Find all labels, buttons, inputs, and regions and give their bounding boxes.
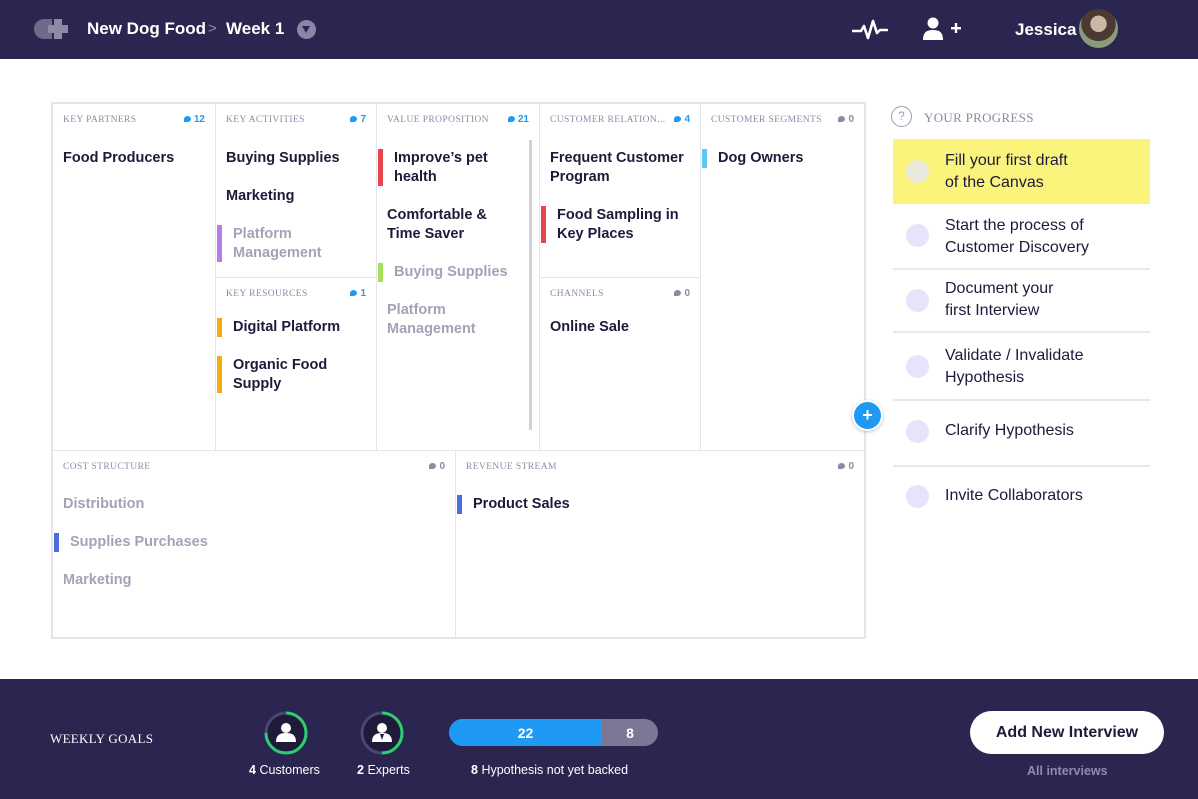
canvas-item[interactable]: Supplies Purchases	[70, 533, 208, 552]
comment-count[interactable]: 4	[674, 114, 690, 125]
canvas-item[interactable]: Digital Platform	[233, 318, 340, 337]
canvas-item[interactable]: Marketing	[63, 571, 132, 590]
hypothesis-progress-bar[interactable]: 22 8	[449, 719, 658, 746]
tag-bar	[541, 206, 546, 243]
block-key-resources[interactable]: KEY RESOURCES 1 Digital Platform Organic…	[216, 278, 377, 451]
step-label: Document your first Interview	[945, 280, 1054, 319]
chevron-down-icon[interactable]	[297, 20, 316, 39]
progress-step[interactable]: Clarify Hypothesis	[893, 401, 1150, 467]
step-label: Fill your first draft of the Canvas	[945, 152, 1068, 191]
step-status-icon	[906, 355, 929, 378]
step-status-icon	[906, 224, 929, 247]
experts-goal-ring[interactable]	[359, 710, 405, 756]
tag-bar	[217, 356, 222, 393]
block-channels[interactable]: CHANNELS 0 Online Sale	[540, 278, 701, 451]
step-label: Clarify Hypothesis	[945, 422, 1074, 439]
block-key-activities[interactable]: KEY ACTIVITIES 7 Buying Supplies Marketi…	[216, 104, 377, 278]
progress-step[interactable]: Start the process of Customer Discovery	[893, 204, 1150, 270]
canvas-item[interactable]: Online Sale	[550, 318, 629, 337]
add-new-interview-button[interactable]: Add New Interview	[970, 711, 1164, 754]
step-label: Start the process of Customer Discovery	[945, 217, 1090, 256]
block-value-proposition[interactable]: VALUE PROPOSITION 21 Improve’s pet healt…	[377, 104, 540, 451]
business-model-canvas: KEY PARTNERS 12 Food Producers KEY ACTIV…	[51, 102, 866, 639]
canvas-item[interactable]: Food Producers	[63, 149, 174, 168]
block-label: CUSTOMER RELATION...	[550, 115, 666, 125]
weekly-goals-title: WEEKLY GOALS	[50, 731, 154, 746]
hypothesis-label: 8 Hypothesis not yet backed	[471, 763, 629, 777]
comment-count[interactable]: 1	[350, 288, 366, 299]
canvas-item[interactable]: Comfortable & Time Saver	[387, 206, 507, 244]
block-revenue-stream[interactable]: REVENUE STREAM 0 Product Sales	[456, 451, 864, 637]
tag-bar	[54, 533, 59, 552]
canvas-item[interactable]: Food Sampling in Key Places	[557, 206, 692, 244]
hypothesis-unbacked-count: 8	[626, 725, 634, 741]
block-label: COST STRUCTURE	[63, 462, 151, 472]
tag-bar	[217, 225, 222, 262]
block-label: VALUE PROPOSITION	[387, 115, 489, 125]
step-label: Invite Collaborators	[945, 487, 1083, 504]
canvas-item[interactable]: Organic Food Supply	[233, 356, 343, 394]
canvas-item[interactable]: Product Sales	[473, 495, 570, 514]
canvas-item[interactable]: Marketing	[226, 187, 295, 206]
comment-count[interactable]: 0	[838, 461, 854, 472]
step-status-icon	[906, 485, 929, 508]
tag-bar	[378, 263, 383, 282]
user-name[interactable]: Jessica	[1015, 20, 1076, 40]
block-label: REVENUE STREAM	[466, 462, 557, 472]
project-name[interactable]: New Dog Food	[87, 19, 206, 39]
progress-step[interactable]: Validate / Invalidate Hypothesis	[893, 333, 1150, 401]
canvas-item[interactable]: Frequent Customer Program	[550, 149, 695, 187]
canvas-item[interactable]: Buying Supplies	[394, 263, 508, 282]
week-name[interactable]: Week 1	[226, 19, 284, 39]
customers-goal-label: 4 Customers	[249, 763, 320, 777]
block-label: KEY ACTIVITIES	[226, 115, 305, 125]
block-customer-segments[interactable]: CUSTOMER SEGMENTS 0 Dog Owners	[701, 104, 864, 451]
canvas-item[interactable]: Dog Owners	[718, 149, 803, 168]
block-label: CHANNELS	[550, 289, 604, 299]
progress-step[interactable]: Invite Collaborators	[893, 467, 1150, 531]
block-label: KEY PARTNERS	[63, 115, 137, 125]
canvas-item[interactable]: Buying Supplies	[226, 149, 340, 168]
canvas-item[interactable]: Distribution	[63, 495, 144, 514]
add-user-icon[interactable]	[922, 16, 964, 42]
step-status-icon	[906, 420, 929, 443]
step-label: Validate / Invalidate Hypothesis	[945, 347, 1084, 386]
comment-count[interactable]: 7	[350, 114, 366, 125]
comment-count[interactable]: 0	[429, 461, 445, 472]
all-interviews-link[interactable]: All interviews	[1027, 764, 1108, 778]
block-label: CUSTOMER SEGMENTS	[711, 115, 822, 125]
tag-bar	[457, 495, 462, 514]
block-cost-structure[interactable]: COST STRUCTURE 0 Distribution Supplies P…	[53, 451, 456, 637]
canvas-item[interactable]: Platform Management	[387, 301, 507, 339]
canvas-item[interactable]: Improve’s pet health	[394, 149, 504, 187]
tag-bar	[378, 149, 383, 186]
comment-count[interactable]: 12	[184, 114, 205, 125]
progress-step[interactable]: Document your first Interview	[893, 270, 1150, 333]
step-status-icon	[906, 160, 929, 183]
scrollbar[interactable]	[529, 140, 532, 430]
experts-goal-label: 2 Experts	[357, 763, 410, 777]
block-label: KEY RESOURCES	[226, 289, 308, 299]
help-icon[interactable]: ?	[891, 106, 912, 127]
comment-count[interactable]: 0	[838, 114, 854, 125]
breadcrumb-separator: >	[208, 20, 217, 37]
block-key-partners[interactable]: KEY PARTNERS 12 Food Producers	[53, 104, 216, 451]
progress-title: YOUR PROGRESS	[924, 110, 1034, 125]
comment-count[interactable]: 0	[674, 288, 690, 299]
customers-goal-ring[interactable]	[263, 710, 309, 756]
weekly-goals-bar: WEEKLY GOALS 4 Customers 2 Experts 22 8 …	[0, 679, 1198, 799]
pulse-icon[interactable]	[852, 18, 888, 42]
tag-bar	[217, 318, 222, 337]
step-status-icon	[906, 289, 929, 312]
top-bar: New Dog Food > Week 1 Jessica	[0, 0, 1198, 59]
comment-count[interactable]: 21	[508, 114, 529, 125]
hypothesis-backed-count: 22	[517, 725, 534, 741]
avatar[interactable]	[1079, 9, 1118, 48]
tag-bar	[702, 149, 707, 168]
block-customer-relationships[interactable]: CUSTOMER RELATION... 4 Frequent Customer…	[540, 104, 701, 278]
progress-step[interactable]: Fill your first draft of the Canvas	[893, 139, 1150, 204]
plus-logo-icon[interactable]	[32, 17, 70, 41]
canvas-item[interactable]: Platform Management	[233, 225, 353, 263]
add-item-button[interactable]: +	[852, 400, 883, 431]
